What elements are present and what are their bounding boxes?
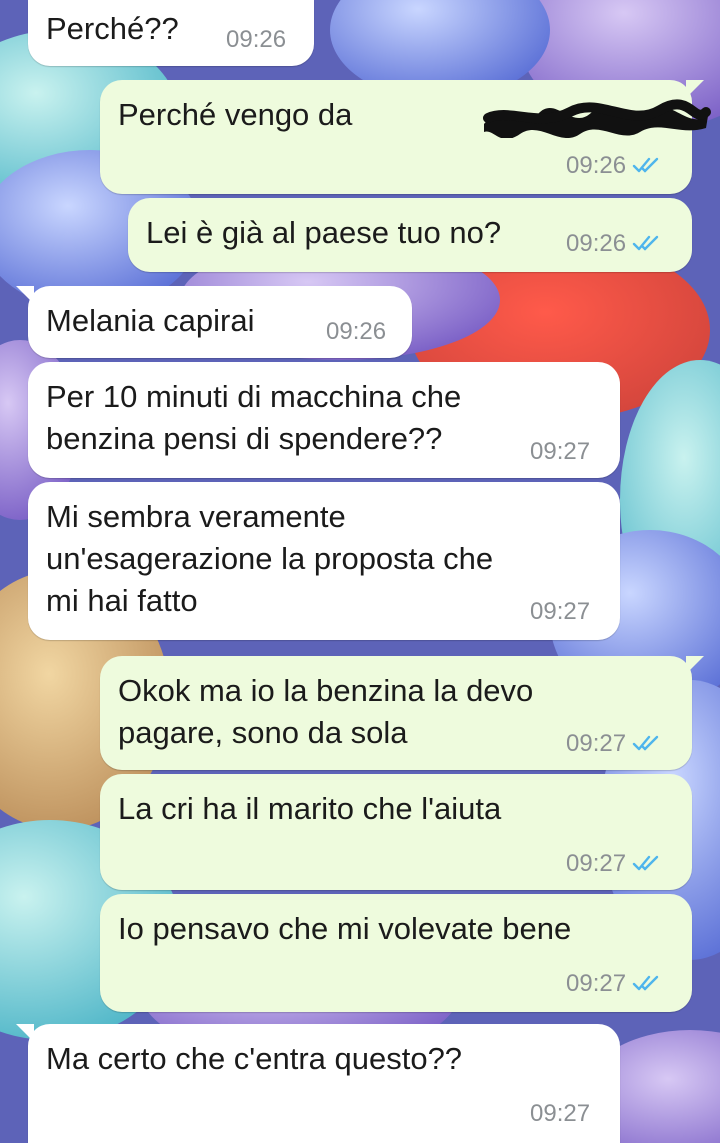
message-bubble-outgoing[interactable]: La cri ha il marito che l'aiuta 09:27 <box>100 774 692 890</box>
message-text: Ma certo che c'entra questo?? <box>46 1041 463 1076</box>
read-receipt-icon <box>632 235 659 251</box>
message-text: Perché vengo da <box>118 97 353 132</box>
read-receipt-icon <box>632 855 659 871</box>
bubble-tail <box>16 286 34 304</box>
message-text: Okok ma io la benzina la devo pagare, so… <box>118 673 534 750</box>
message-text: Lei è già al paese tuo no? <box>146 215 502 250</box>
bubble-tail <box>686 80 704 98</box>
message-text: Io pensavo che mi volevate bene <box>118 911 572 946</box>
message-time-text: 09:26 <box>566 152 627 179</box>
message-bubble-incoming[interactable]: Perché?? 09:26 <box>28 0 314 66</box>
message-timestamp: 09:27 <box>566 970 664 998</box>
bubble-tail <box>16 1024 34 1042</box>
message-time-text: 09:26 <box>566 230 627 257</box>
message-bubble-outgoing[interactable]: Perché vengo da 09:26 <box>100 80 711 194</box>
bubble-tail <box>686 656 704 674</box>
message-text: Melania capirai <box>46 303 255 338</box>
message-bubble-incoming[interactable]: Per 10 minuti di macchina che benzina pe… <box>28 362 620 478</box>
read-receipt-icon <box>632 735 659 751</box>
message-text: Mi sembra veramente un'esagerazione la p… <box>46 499 494 618</box>
message-timestamp: 09:27 <box>530 1100 591 1127</box>
read-receipt-icon <box>632 975 659 991</box>
message-timestamp: 09:27 <box>530 438 591 465</box>
message-time-text: 09:27 <box>566 970 627 997</box>
message-timestamp: 09:27 <box>566 850 664 878</box>
message-bubble-outgoing[interactable]: Lei è già al paese tuo no? 09:26 <box>128 198 692 272</box>
message-bubble-incoming[interactable]: Ma certo che c'entra questo?? 09:27 <box>16 1024 620 1143</box>
message-bubble-incoming[interactable]: Melania capirai 09:26 <box>16 286 412 358</box>
message-time-text: 09:27 <box>566 730 627 757</box>
message-text: La cri ha il marito che l'aiuta <box>118 791 502 826</box>
message-bubble-outgoing[interactable]: Io pensavo che mi volevate bene 09:27 <box>100 894 692 1012</box>
read-receipt-icon <box>632 157 659 173</box>
message-timestamp: 09:26 <box>566 152 664 180</box>
message-timestamp: 09:26 <box>226 26 287 53</box>
message-bubble-outgoing[interactable]: Okok ma io la benzina la devo pagare, so… <box>100 656 704 770</box>
message-timestamp: 09:27 <box>530 598 591 625</box>
message-text: Perché?? <box>46 11 179 46</box>
message-text: Per 10 minuti di macchina che benzina pe… <box>46 379 462 456</box>
message-timestamp: 09:27 <box>566 730 664 758</box>
message-time-text: 09:27 <box>566 850 627 877</box>
redaction-scribble <box>483 99 711 138</box>
message-timestamp: 09:26 <box>326 318 387 345</box>
message-timestamp: 09:26 <box>566 230 664 258</box>
message-bubble-incoming[interactable]: Mi sembra veramente un'esagerazione la p… <box>28 482 620 640</box>
